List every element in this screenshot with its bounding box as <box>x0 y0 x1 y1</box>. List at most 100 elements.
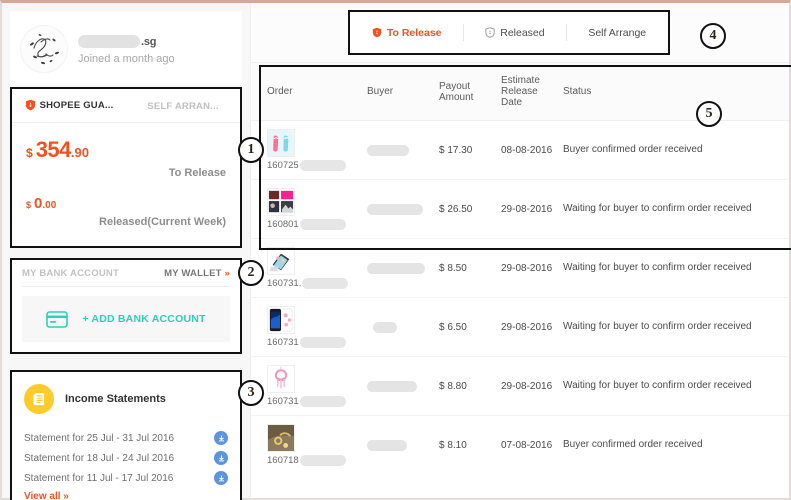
shield-icon <box>372 27 383 39</box>
redacted-order-id <box>299 396 346 407</box>
order-id: 160725 <box>267 160 359 171</box>
app-screenshot: .sg Joined a month ago SHOPEE GUA... SEL… <box>0 0 791 500</box>
collage-thumb <box>267 188 295 216</box>
bank-account-title: MY BANK ACCOUNT <box>22 268 119 279</box>
payout-tabs: To Release Released Self Arrange <box>348 10 670 55</box>
cell-order: 160718 <box>251 416 363 475</box>
my-wallet-link[interactable]: MY WALLET » <box>164 268 230 279</box>
cell-date: 29-08-2016 <box>497 297 559 357</box>
orders-table-area: Order Buyer Payout Amount Estimate Relea… <box>251 63 791 500</box>
col-header-payout-line2: Amount <box>439 91 474 103</box>
view-all-link[interactable]: View all » <box>24 491 228 500</box>
shield-icon <box>25 99 36 111</box>
statement-label: Statement for 25 Jul - 31 Jul 2016 <box>24 432 175 444</box>
col-header-payout-line1: Payout <box>439 80 471 92</box>
document-icon <box>24 384 54 414</box>
income-statements-title: Income Statements <box>65 393 166 405</box>
redacted-buyer <box>367 439 407 451</box>
table-row[interactable]: 160731. $ 8.50 29-08-2016 Waiting for bu… <box>251 238 789 298</box>
table-row[interactable]: 160801 $ 26.50 29-08-2016 Waiting for bu… <box>251 179 789 239</box>
wallet-tab-shopee-guarantee[interactable]: SHOPEE GUA... <box>12 89 126 122</box>
list-item[interactable]: Statement for 11 Jul - 17 Jul 2016 <box>24 468 228 488</box>
statement-label: Statement for 18 Jul - 24 Jul 2016 <box>24 452 175 464</box>
add-bank-account-label: + ADD BANK ACCOUNT <box>82 313 206 325</box>
redacted-shop-name <box>78 35 140 48</box>
download-icon[interactable] <box>214 451 228 465</box>
my-wallet-link-label: MY WALLET <box>164 268 222 279</box>
cell-order: 160731 <box>251 356 363 416</box>
to-release-cents: .90 <box>70 145 89 160</box>
order-id-text: 160731. <box>267 278 302 289</box>
profile-text: .sg Joined a month ago <box>78 33 175 65</box>
redacted-order-id <box>299 337 346 348</box>
order-id: 160801 <box>267 219 359 230</box>
table-row[interactable]: 160725 $ 17.30 08-08-2016 Buyer confirme… <box>251 120 789 180</box>
order-id-text: 160718 <box>267 455 299 466</box>
cell-buyer <box>363 120 435 180</box>
order-id: 160731 <box>267 337 359 348</box>
to-release-label: To Release <box>168 167 226 179</box>
income-statements-card: Income Statements Statement for 25 Jul -… <box>10 370 242 500</box>
cell-status: Waiting for buyer to confirm order recei… <box>559 356 789 416</box>
cell-payout: $ 8.10 <box>439 439 467 451</box>
income-statements-list: Statement for 25 Jul - 31 Jul 2016 State… <box>24 428 228 500</box>
redacted-order-id <box>299 219 346 230</box>
shop-name: .sg <box>78 35 175 48</box>
col-header-estimate-release-date: Estimate Release Date <box>497 63 559 121</box>
order-id-text: 160801 <box>267 219 299 230</box>
tab-self-arrange-label: Self Arrange <box>588 26 647 39</box>
order-id: 160718 <box>267 455 359 466</box>
list-item[interactable]: Statement for 25 Jul - 31 Jul 2016 <box>24 428 228 448</box>
to-release-block: $ 354 .90 To Release <box>12 123 240 185</box>
cell-payout: $ 26.50 <box>435 179 497 239</box>
joined-date: Joined a month ago <box>78 53 175 65</box>
col-header-payout-amount: Payout Amount <box>435 63 497 121</box>
bank-account-card: MY BANK ACCOUNT MY WALLET » + ADD BANK A… <box>10 258 242 354</box>
cell-date: 29-08-2016 <box>497 179 559 239</box>
cell-buyer <box>363 416 435 475</box>
table-row[interactable]: 160731 $ 8.80 29-08-2016 Waiting for buy… <box>251 356 789 416</box>
col-header-order: Order <box>251 63 363 121</box>
order-id: 160731 <box>267 396 359 407</box>
cell-status: Buyer confirmed order received <box>559 120 789 180</box>
wallet-tab-self-arrange[interactable]: SELF ARRAN... <box>126 89 240 122</box>
tab-self-arrange[interactable]: Self Arrange <box>566 12 668 53</box>
col-header-date-line1: Estimate <box>501 75 540 86</box>
cell-date: 08-08-2016 <box>497 120 559 180</box>
redacted-buyer <box>367 144 409 156</box>
redacted-buyer <box>367 203 423 215</box>
tab-to-release[interactable]: To Release <box>350 12 463 53</box>
download-icon[interactable] <box>214 431 228 445</box>
wallet-summary-card: SHOPEE GUA... SELF ARRAN... $ 354 .90 To… <box>10 87 242 248</box>
cell-order: 160731 <box>251 297 363 357</box>
currency-symbol: $ <box>26 146 33 160</box>
shop-name-suffix: .sg <box>141 35 157 48</box>
seller-profile: .sg Joined a month ago <box>10 11 242 85</box>
list-item[interactable]: Statement for 18 Jul - 24 Jul 2016 <box>24 448 228 468</box>
tab-released[interactable]: Released <box>463 12 566 53</box>
cell-buyer <box>363 179 435 239</box>
redacted-order-id <box>302 278 349 289</box>
col-header-date-line2: Release <box>501 86 538 97</box>
wallet-tab-shopee-guarantee-label: SHOPEE GUA... <box>39 99 114 111</box>
redacted-buyer <box>373 321 397 333</box>
wallet-tab-self-arrange-label: SELF ARRAN... <box>147 100 219 112</box>
table-row[interactable]: 160718 $ 8.10 07-08-2016 Buyer confirmed… <box>251 416 789 475</box>
cell-status: Waiting for buyer to confirm order recei… <box>559 179 789 239</box>
cell-order: 160731. <box>251 238 363 298</box>
col-header-date-line3: Date <box>501 97 523 108</box>
to-release-amount: $ 354 .90 <box>26 137 226 163</box>
released-whole: 0 <box>34 195 43 212</box>
currency-symbol-2: $ <box>26 200 32 210</box>
to-release-whole: 354 <box>35 137 72 162</box>
redacted-buyer <box>367 262 425 274</box>
cell-status: Waiting for buyer to confirm order recei… <box>559 297 789 357</box>
table-row[interactable]: 160731 $ 6.50 29-08-2016 Waiting for buy… <box>251 297 789 357</box>
download-icon[interactable] <box>214 471 228 485</box>
cell-status: Waiting for buyer to confirm order recei… <box>559 238 789 298</box>
slippers-thumb <box>267 129 295 157</box>
cell-payout: $ 17.30 <box>435 120 497 180</box>
cell-buyer <box>363 238 435 298</box>
add-bank-account-button[interactable]: + ADD BANK ACCOUNT <box>22 296 230 342</box>
sidebar: .sg Joined a month ago SHOPEE GUA... SEL… <box>2 3 250 500</box>
